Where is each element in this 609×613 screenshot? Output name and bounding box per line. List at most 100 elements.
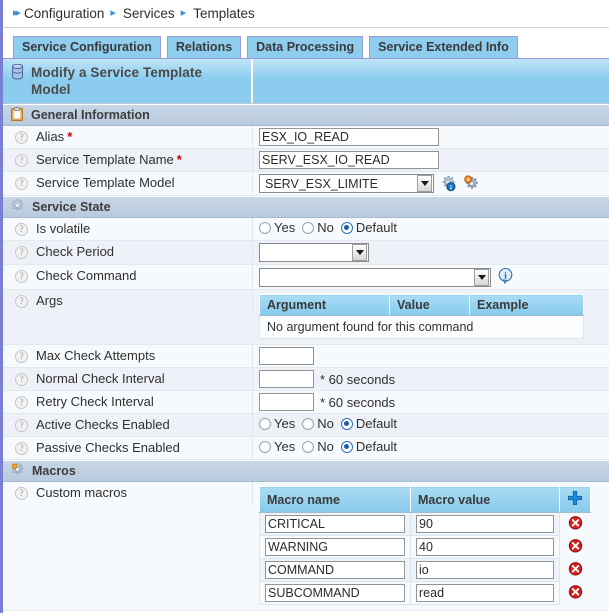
radio-circle-icon	[259, 418, 271, 430]
passive-checks-radio-yes[interactable]: Yes	[259, 439, 298, 454]
macro-value-input-3[interactable]	[416, 584, 554, 602]
macros-table-header-row: Macro name Macro value	[260, 487, 591, 513]
row-normal-check-interval: ? Normal Check Interval * 60 seconds	[3, 368, 609, 391]
help-icon[interactable]: ?	[15, 270, 28, 283]
label-check-command-cell: ? Check Command	[3, 265, 253, 287]
active-checks-radio-yes[interactable]: Yes	[259, 416, 298, 431]
breadcrumb-item-templates[interactable]: Templates	[193, 6, 255, 21]
macro-value-cell	[411, 582, 560, 605]
help-icon[interactable]: ?	[15, 350, 28, 363]
normal-check-interval-input[interactable]	[259, 370, 314, 388]
help-icon[interactable]: ?	[15, 396, 28, 409]
help-icon[interactable]: ?	[15, 419, 28, 432]
label-service-template-name-cell: ? Service Template Name*	[3, 149, 253, 171]
field-is-volatile-cell: Yes No Default	[253, 218, 609, 237]
macro-value-input-2[interactable]	[416, 561, 554, 579]
retry-check-interval-input[interactable]	[259, 393, 314, 411]
delete-icon[interactable]	[568, 519, 583, 533]
breadcrumb-separator-icon: ▸	[181, 6, 187, 19]
gear-settings-icon[interactable]	[463, 175, 480, 192]
tab-service-extended-info[interactable]: Service Extended Info	[369, 36, 518, 58]
row-passive-checks-enabled: ? Passive Checks Enabled Yes No Default	[3, 437, 609, 460]
help-icon[interactable]: ?	[15, 373, 28, 386]
help-icon[interactable]: ?	[15, 154, 28, 167]
macros-table-body	[260, 513, 591, 605]
macro-name-input-1[interactable]	[265, 538, 405, 556]
row-retry-check-interval: ? Retry Check Interval * 60 seconds	[3, 391, 609, 414]
field-retry-check-interval-cell: * 60 seconds	[253, 391, 609, 413]
chevron-down-icon	[417, 175, 432, 192]
passive-checks-label-default: Default	[356, 439, 397, 454]
alias-input[interactable]	[259, 128, 439, 146]
is-volatile-radio-default[interactable]: Default	[341, 220, 400, 235]
plus-icon[interactable]	[567, 495, 583, 509]
radio-circle-icon	[259, 222, 271, 234]
args-column-example: Example	[470, 295, 584, 316]
check-period-select[interactable]	[259, 243, 369, 262]
delete-icon[interactable]	[568, 565, 583, 579]
row-alias: ? Alias*	[3, 126, 609, 149]
label-active-checks-cell: ? Active Checks Enabled	[3, 414, 253, 436]
macro-name-input-3[interactable]	[265, 584, 405, 602]
macro-name-input-2[interactable]	[265, 561, 405, 579]
label-alias-cell: ? Alias*	[3, 126, 253, 148]
breadcrumb-item-services[interactable]: Services	[123, 6, 175, 21]
gear-info-icon[interactable]: i	[440, 175, 457, 192]
radio-circle-icon	[302, 222, 314, 234]
service-template-name-input[interactable]	[259, 151, 439, 169]
info-icon[interactable]: i	[497, 267, 514, 287]
help-icon[interactable]: ?	[15, 177, 28, 190]
gear-star-icon	[11, 463, 24, 479]
breadcrumb: ▸▸ Configuration ▸ Services ▸ Templates	[3, 0, 609, 28]
label-is-volatile: Is volatile	[36, 221, 90, 237]
service-template-model-select[interactable]: SERV_ESX_LIMITE	[259, 174, 434, 193]
label-passive-checks-cell: ? Passive Checks Enabled	[3, 437, 253, 459]
macro-delete-cell	[560, 513, 591, 536]
macro-value-input-0[interactable]	[416, 515, 554, 533]
macro-delete-cell	[560, 582, 591, 605]
active-checks-radio-group: Yes No Default	[259, 416, 400, 431]
row-service-template-model: ? Service Template Model SERV_ESX_LIMITE…	[3, 172, 609, 196]
check-command-select[interactable]	[259, 268, 491, 287]
delete-icon[interactable]	[568, 588, 583, 602]
tab-data-processing[interactable]: Data Processing	[247, 36, 363, 58]
row-max-check-attempts: ? Max Check Attempts	[3, 345, 609, 368]
args-empty-message: No argument found for this command	[260, 316, 584, 339]
args-column-value: Value	[390, 295, 470, 316]
label-normal-check-interval-cell: ? Normal Check Interval	[3, 368, 253, 390]
section-service-state-label: Service State	[32, 200, 111, 214]
macro-value-input-1[interactable]	[416, 538, 554, 556]
help-icon[interactable]: ?	[15, 131, 28, 144]
active-checks-radio-default[interactable]: Default	[341, 416, 400, 431]
tab-service-configuration[interactable]: Service Configuration	[13, 36, 161, 58]
help-icon[interactable]: ?	[15, 442, 28, 455]
macro-delete-cell	[560, 559, 591, 582]
row-check-period: ? Check Period	[3, 241, 609, 265]
macro-value-cell	[411, 513, 560, 536]
passive-checks-label-yes: Yes	[274, 439, 295, 454]
tab-relations[interactable]: Relations	[167, 36, 241, 58]
breadcrumb-item-configuration[interactable]: Configuration	[24, 6, 104, 21]
is-volatile-radio-no[interactable]: No	[302, 220, 337, 235]
delete-icon[interactable]	[568, 542, 583, 556]
help-icon[interactable]: ?	[15, 246, 28, 259]
active-checks-radio-no[interactable]: No	[302, 416, 337, 431]
active-checks-label-no: No	[317, 416, 334, 431]
clipboard-icon	[11, 107, 23, 124]
macro-name-input-0[interactable]	[265, 515, 405, 533]
passive-checks-radio-default[interactable]: Default	[341, 439, 400, 454]
help-icon[interactable]: ?	[15, 295, 28, 308]
field-service-template-name-cell	[253, 149, 609, 171]
required-marker: *	[177, 152, 182, 167]
section-macros: Macros	[3, 460, 609, 482]
label-custom-macros: Custom macros	[36, 485, 127, 501]
label-service-template-name: Service Template Name	[36, 152, 174, 167]
field-active-checks-cell: Yes No Default	[253, 414, 609, 433]
passive-checks-radio-no[interactable]: No	[302, 439, 337, 454]
max-check-attempts-input[interactable]	[259, 347, 314, 365]
row-check-command: ? Check Command i	[3, 265, 609, 290]
field-passive-checks-cell: Yes No Default	[253, 437, 609, 456]
is-volatile-radio-yes[interactable]: Yes	[259, 220, 298, 235]
help-icon[interactable]: ?	[15, 487, 28, 500]
help-icon[interactable]: ?	[15, 223, 28, 236]
